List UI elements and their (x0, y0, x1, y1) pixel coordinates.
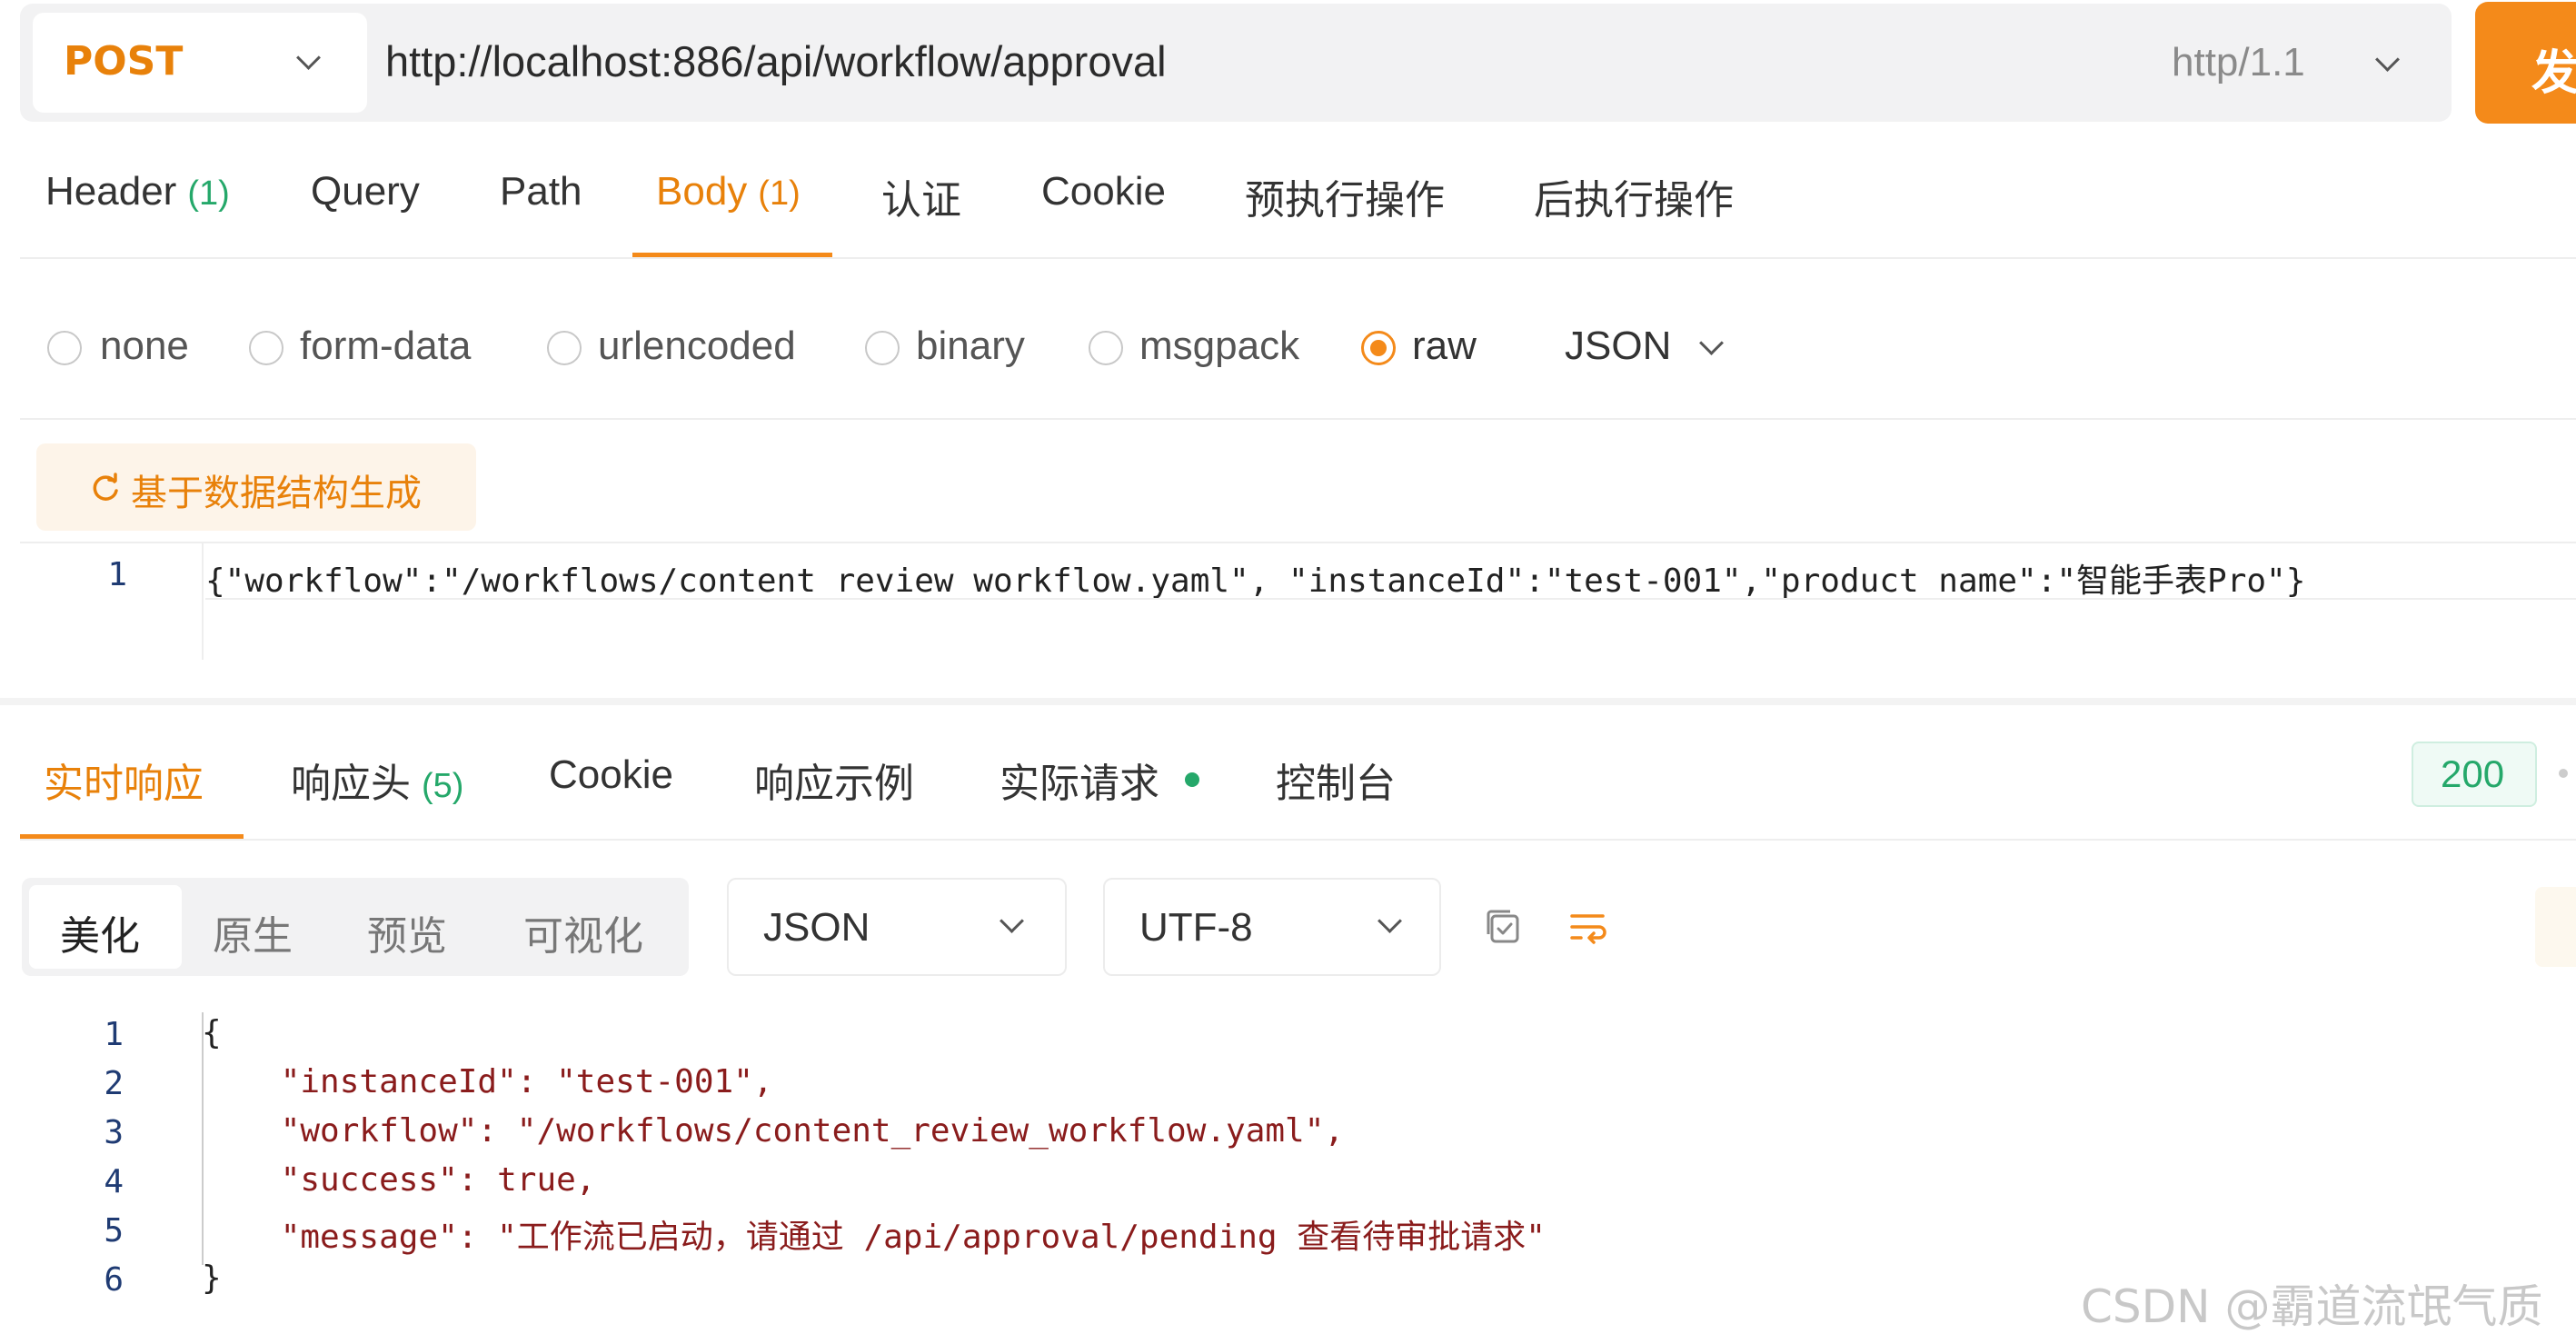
copy-icon[interactable] (1481, 905, 1525, 949)
protocol-select[interactable]: http/1.1 (2172, 40, 2305, 85)
encoding-label: UTF-8 (1139, 905, 1253, 950)
tab-header[interactable]: Header (1) (45, 169, 230, 214)
radio-form-data[interactable] (249, 331, 283, 365)
response-line: "workflow": "/workflows/content_review_w… (202, 1112, 1345, 1150)
radio-raw[interactable] (1361, 331, 1396, 365)
radio-label-urlencoded: urlencoded (598, 324, 796, 368)
radio-binary[interactable] (865, 331, 900, 365)
divider (20, 257, 2576, 259)
divider (20, 542, 2576, 543)
status-dot-icon (1185, 772, 1199, 787)
request-body-editor[interactable]: {"workflow":"/workflows/content_review_w… (205, 554, 2305, 602)
tab-console[interactable]: 控制台 (1276, 751, 1396, 809)
tab-response-examples[interactable]: 响应示例 (754, 751, 914, 809)
radio-label-raw: raw (1412, 324, 1477, 368)
divider (205, 598, 2576, 600)
line-number: 5 (104, 1212, 124, 1249)
line-number: 2 (104, 1065, 124, 1102)
line-number: 3 (104, 1114, 124, 1151)
response-line: "instanceId": "test-001", (202, 1063, 773, 1100)
response-line: { (202, 1014, 222, 1051)
radio-label-binary: binary (916, 324, 1025, 368)
wrap-lines-icon[interactable] (1566, 905, 1610, 949)
radio-urlencoded[interactable] (547, 331, 582, 365)
url-input[interactable]: http://localhost:886/api/workflow/approv… (385, 36, 1167, 86)
line-number: 4 (104, 1163, 124, 1200)
tab-auth[interactable]: 认证 (881, 167, 961, 225)
response-line: } (202, 1259, 222, 1297)
radio-label-none: none (100, 324, 189, 368)
tab-live-response[interactable]: 实时响应 (44, 751, 204, 809)
view-mode-pretty[interactable]: 美化 (60, 903, 140, 961)
line-number: 1 (107, 556, 127, 593)
tab-post-request[interactable]: 后执行操作 (1534, 167, 1734, 225)
tab-cookie[interactable]: Cookie (1041, 169, 1166, 214)
line-number: 6 (104, 1261, 124, 1299)
method-label: POST (64, 38, 184, 85)
response-line: "message": "工作流已启动，请通过 /api/approval/pen… (202, 1219, 1546, 1256)
tab-response-headers[interactable]: 响应头 (5) (291, 751, 463, 809)
radio-label-msgpack: msgpack (1139, 324, 1300, 368)
tab-response-cookie[interactable]: Cookie (549, 752, 673, 798)
view-mode-visualize[interactable]: 可视化 (523, 903, 643, 961)
side-panel-handle[interactable] (2535, 887, 2576, 967)
response-format-label: JSON (763, 905, 870, 950)
response-line: "success": true, (202, 1161, 596, 1199)
watermark: CSDN @霸道流氓气质 (2081, 1280, 2543, 1333)
status-code: 200 (2441, 752, 2505, 795)
divider (20, 418, 2576, 420)
line-number: 1 (104, 1016, 124, 1053)
radio-label-form-data: form-data (300, 324, 472, 368)
view-mode-preview[interactable]: 预览 (367, 903, 447, 961)
editor-gutter (202, 543, 204, 660)
more-icon[interactable] (2559, 769, 2568, 778)
view-mode-raw[interactable]: 原生 (213, 903, 293, 961)
send-button-label: 发 (2531, 46, 2576, 101)
refresh-icon (93, 473, 118, 501)
tab-path[interactable]: Path (500, 169, 582, 214)
tab-actual-request[interactable]: 实际请求 (1000, 751, 1159, 809)
section-divider (0, 698, 2576, 705)
chevron-down-icon[interactable] (1699, 331, 1724, 355)
tab-body[interactable]: Body (1) (656, 169, 801, 214)
generate-button-label: 基于数据结构生成 (131, 473, 422, 514)
divider (20, 839, 2576, 841)
tab-query[interactable]: Query (311, 169, 420, 214)
body-format-select[interactable]: JSON (1565, 324, 1671, 369)
radio-none[interactable] (47, 331, 82, 365)
tab-pre-request[interactable]: 预执行操作 (1245, 167, 1445, 225)
radio-msgpack[interactable] (1089, 331, 1123, 365)
